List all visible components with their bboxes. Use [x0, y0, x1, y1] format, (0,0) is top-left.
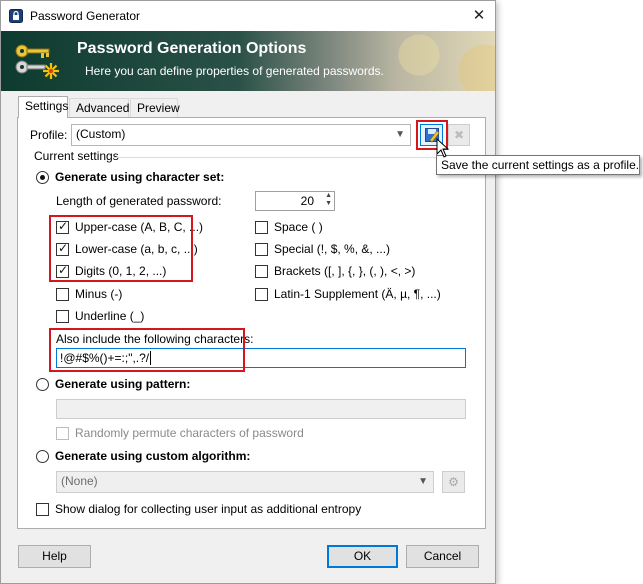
tab-settings[interactable]: Settings [18, 96, 68, 118]
banner-subtitle: Here you can define properties of genera… [85, 64, 384, 78]
special-label: Special (!, $, %, &, ...) [274, 242, 391, 256]
brackets-label: Brackets ([, ], {, }, (, ), <, >) [274, 264, 416, 278]
length-value: 20 [300, 194, 314, 208]
underline-checkbox[interactable] [56, 310, 69, 323]
profile-label: Profile: [30, 128, 68, 142]
custom-algorithm-value: (None) [61, 474, 98, 488]
cancel-button[interactable]: Cancel [406, 545, 479, 568]
pattern-radio-label: Generate using pattern: [55, 377, 191, 391]
group-divider [113, 157, 475, 158]
length-label: Length of generated password: [56, 194, 222, 208]
permute-checkbox[interactable] [56, 427, 69, 440]
password-generator-window: Password Generator ✕ Password Generation… [0, 0, 496, 584]
ok-button[interactable]: OK [327, 545, 398, 568]
chevron-down-icon: ▼ [418, 476, 428, 487]
custom-radio-label: Generate using custom algorithm: [55, 449, 251, 463]
window-title: Password Generator [30, 9, 141, 23]
keepass-lock-icon [9, 9, 23, 23]
gear-icon: ⚙ [448, 475, 459, 489]
permute-label: Randomly permute characters of password [75, 426, 304, 440]
minus-label: Minus (-) [75, 287, 123, 301]
pattern-radio[interactable] [36, 378, 49, 391]
current-settings-label: Current settings [34, 149, 119, 163]
charset-radio-label: Generate using character set: [55, 170, 225, 184]
spinner-arrows-icon: ▲ ▼ [325, 192, 332, 207]
space-label: Space ( ) [274, 220, 323, 234]
save-profile-tooltip: Save the current settings as a profile. [436, 155, 640, 175]
brackets-checkbox[interactable] [255, 265, 268, 278]
banner-decoration [331, 31, 495, 91]
delete-profile-button[interactable]: ✖ [448, 124, 470, 146]
keys-sparkle-icon [15, 44, 59, 79]
tab-advanced[interactable]: Advanced [69, 98, 129, 118]
latin1-checkbox[interactable] [255, 288, 268, 301]
include-chars-highlight-box [49, 328, 245, 372]
custom-radio[interactable] [36, 450, 49, 463]
checked-options-highlight-box [49, 215, 193, 282]
latin1-label: Latin-1 Supplement (Ä, µ, ¶, ...) [274, 287, 441, 301]
entropy-checkbox[interactable] [36, 503, 49, 516]
space-checkbox[interactable] [255, 221, 268, 234]
underline-label: Underline (_) [75, 309, 145, 323]
entropy-label: Show dialog for collecting user input as… [55, 502, 362, 516]
special-checkbox[interactable] [255, 243, 268, 256]
tooltip-text: Save the current settings as a profile. [441, 158, 640, 172]
custom-algorithm-dropdown[interactable]: (None) ▼ [56, 471, 434, 493]
minus-checkbox[interactable] [56, 288, 69, 301]
charset-radio[interactable] [36, 171, 49, 184]
header-banner: Password Generation Options Here you can… [1, 31, 495, 91]
profile-value: (Custom) [76, 127, 126, 141]
chevron-down-icon: ▼ [395, 129, 405, 140]
delete-x-icon: ✖ [453, 128, 465, 142]
length-spinner[interactable]: 20 ▲ ▼ [255, 191, 335, 211]
custom-options-button[interactable]: ⚙ [442, 471, 465, 493]
profile-dropdown[interactable]: (Custom) ▼ [71, 124, 411, 146]
close-icon[interactable]: ✕ [463, 1, 495, 31]
banner-title: Password Generation Options [77, 40, 307, 57]
pattern-input[interactable] [56, 399, 466, 419]
tab-preview[interactable]: Preview [130, 98, 180, 118]
mouse-pointer-icon [436, 138, 450, 158]
help-button[interactable]: Help [18, 545, 91, 568]
title-bar: Password Generator ✕ [1, 1, 495, 31]
